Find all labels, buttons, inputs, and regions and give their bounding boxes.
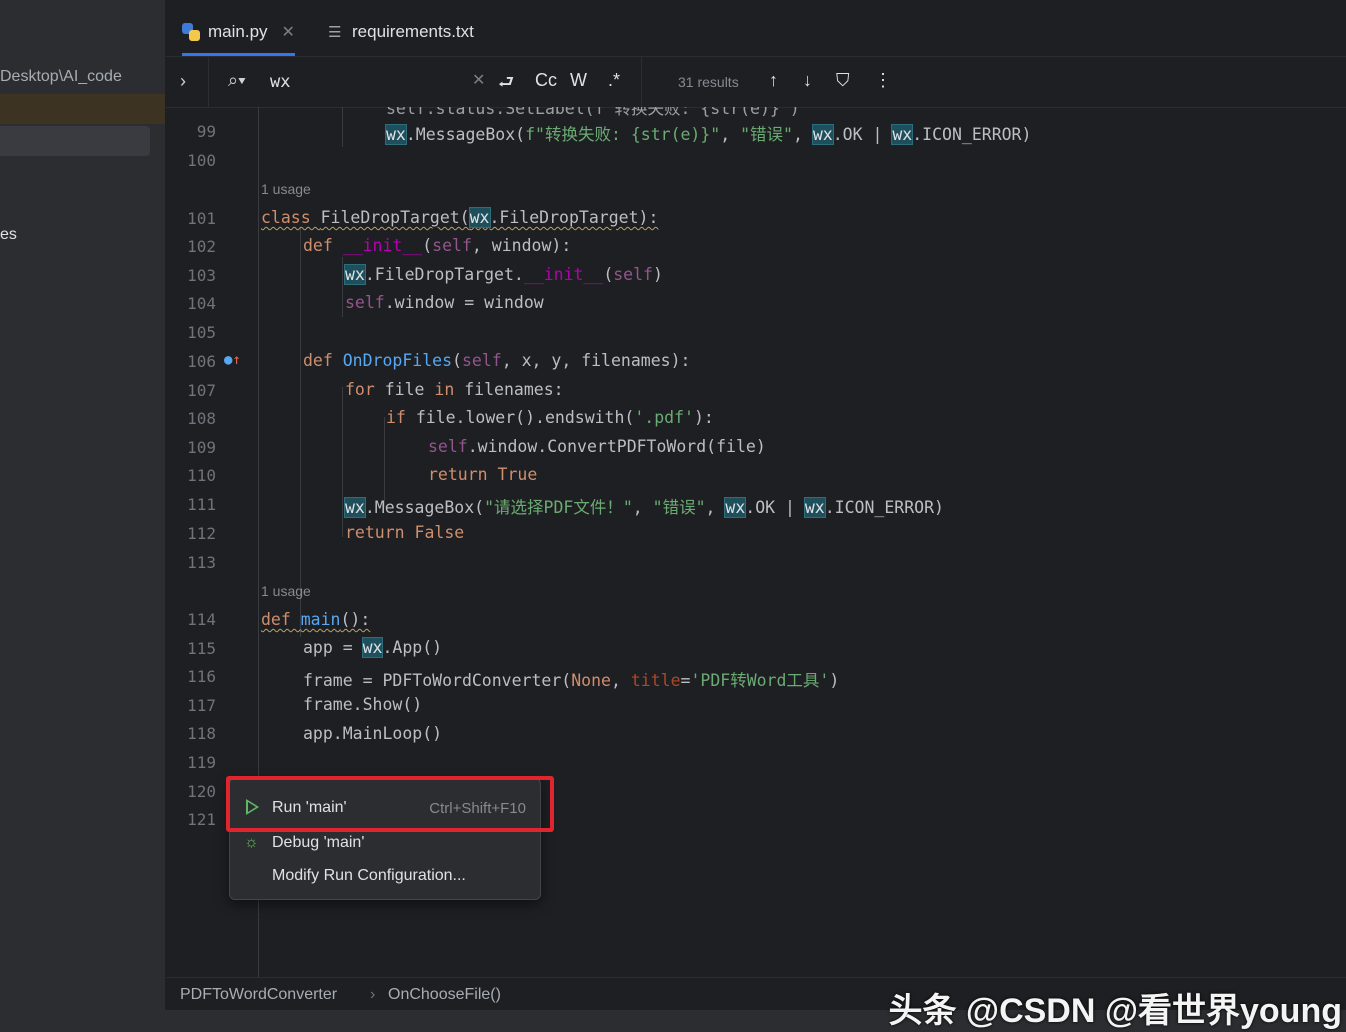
annotation-highlight-box	[226, 776, 554, 832]
line-number: 104	[187, 294, 216, 313]
indent-guide	[300, 227, 301, 637]
project-sidebar: Desktop\AI_code es	[0, 0, 166, 1032]
editor-tabs: main.py ✕ ☰ requirements.txt	[166, 0, 1346, 57]
code-line-99: wx.MessageBox(f"转换失败: {str(e)}", "错误", w…	[385, 124, 1032, 145]
regex-button[interactable]: .*	[608, 70, 620, 91]
expand-replace-icon[interactable]: ›	[180, 71, 186, 92]
line-number: 117	[187, 696, 216, 715]
divider	[641, 57, 642, 107]
line-number: 111	[187, 495, 216, 514]
search-input[interactable]: wx	[270, 72, 290, 92]
code-line-104: self.window = window	[345, 293, 544, 312]
indent-guide	[342, 257, 343, 317]
code-line-115: app = wx.App()	[303, 637, 443, 658]
code-line-114: def main():	[261, 610, 371, 629]
line-number: 119	[187, 753, 216, 772]
usage-hint[interactable]: 1 usage	[261, 583, 311, 599]
line-number: 113	[187, 553, 216, 572]
python-file-icon	[182, 23, 200, 41]
code-line-116: frame = PDFToWordConverter(None, title='…	[303, 671, 840, 690]
tab-main-py[interactable]: main.py ✕	[182, 10, 295, 56]
code-line-101: class FileDropTarget(wx.FileDropTarget):	[261, 207, 659, 228]
line-number: 112	[187, 524, 216, 543]
code-line-partial: self.status.SetLabel(f"转换失败: {str(e)}")	[386, 107, 800, 118]
sidebar-selected-row[interactable]	[0, 94, 165, 124]
line-number: 120	[187, 782, 216, 801]
menu-item-debug-main[interactable]: Debug 'main'	[272, 834, 364, 852]
code-line-112: return False	[345, 523, 465, 542]
match-case-button[interactable]: Cc	[535, 70, 557, 91]
line-number: 107	[187, 381, 216, 400]
new-line-icon[interactable]: ⮐	[498, 70, 514, 100]
line-number: 108	[187, 409, 216, 428]
breadcrumb-item-class[interactable]: PDFToWordConverter	[180, 986, 337, 1004]
override-gutter-icon[interactable]: ●↑	[224, 352, 241, 368]
more-options-icon[interactable]: ⋮	[874, 70, 892, 91]
code-line-108: if file.lower().endswith('.pdf'):	[386, 408, 714, 427]
menu-item-modify-run-config[interactable]: Modify Run Configuration...	[272, 867, 466, 885]
line-number: 110	[187, 466, 216, 485]
line-number: 115	[187, 639, 216, 658]
code-line-107: for file in filenames:	[345, 380, 564, 399]
line-number: 121	[187, 810, 216, 829]
breadcrumb-item-method[interactable]: OnChooseFile()	[388, 986, 501, 1004]
code-line-110: return True	[428, 465, 538, 484]
code-line-117: frame.Show()	[303, 695, 423, 714]
sidebar-item-fragment[interactable]: es	[0, 226, 17, 244]
indent-guide	[342, 387, 343, 537]
divider	[208, 57, 209, 107]
code-line-102: def __init__(self, window):	[303, 236, 572, 255]
tab-label: main.py	[208, 22, 268, 41]
find-bar: › ⌕▾ wx ✕ ⮐ Cc W .* 31 results ↑ ↓ ⛉ ⋮	[166, 57, 1346, 108]
indent-guide	[342, 107, 343, 147]
line-number: 116	[187, 667, 216, 686]
code-line-111: wx.MessageBox("请选择PDF文件！", "错误", wx.OK |…	[344, 497, 944, 518]
code-line-106: def OnDropFiles(self, x, y, filenames):	[303, 351, 691, 370]
close-icon[interactable]: ✕	[282, 22, 295, 42]
search-icon[interactable]: ⌕▾	[228, 70, 246, 91]
code-line-118: app.MainLoop()	[303, 724, 443, 743]
filter-icon[interactable]: ⛉	[836, 70, 850, 91]
line-number: 102	[187, 237, 216, 256]
breadcrumb-separator-icon: ›	[370, 986, 376, 1003]
sidebar-path[interactable]: Desktop\AI_code	[0, 68, 122, 86]
line-number: 101	[187, 209, 216, 228]
line-number: 114	[187, 610, 216, 629]
previous-occurrence-icon[interactable]: ↑	[769, 70, 778, 91]
sidebar-hover-row[interactable]	[0, 126, 150, 156]
line-number: 118	[187, 724, 216, 743]
line-number: 99	[196, 122, 216, 141]
line-number: 103	[187, 266, 216, 285]
watermark: 头条 @CSDN @看世界young	[888, 992, 1342, 1030]
tab-label: requirements.txt	[352, 22, 474, 41]
line-number: 105	[187, 323, 216, 342]
usage-hint[interactable]: 1 usage	[261, 181, 311, 197]
code-line-103: wx.FileDropTarget.__init__(self)	[344, 264, 663, 285]
whole-words-button[interactable]: W	[570, 70, 587, 91]
debug-bug-icon: ☼	[244, 834, 259, 851]
next-occurrence-icon[interactable]: ↓	[803, 70, 812, 91]
search-results-count: 31 results	[678, 74, 739, 90]
line-number: 109	[187, 438, 216, 457]
clear-search-icon[interactable]: ✕	[472, 70, 485, 90]
line-number: 106	[187, 352, 216, 371]
text-file-icon: ☰	[328, 24, 342, 41]
line-number: 100	[187, 151, 216, 170]
code-line-109: self.window.ConvertPDFToWord(file)	[428, 437, 766, 456]
tab-requirements-txt[interactable]: ☰ requirements.txt	[328, 10, 474, 54]
